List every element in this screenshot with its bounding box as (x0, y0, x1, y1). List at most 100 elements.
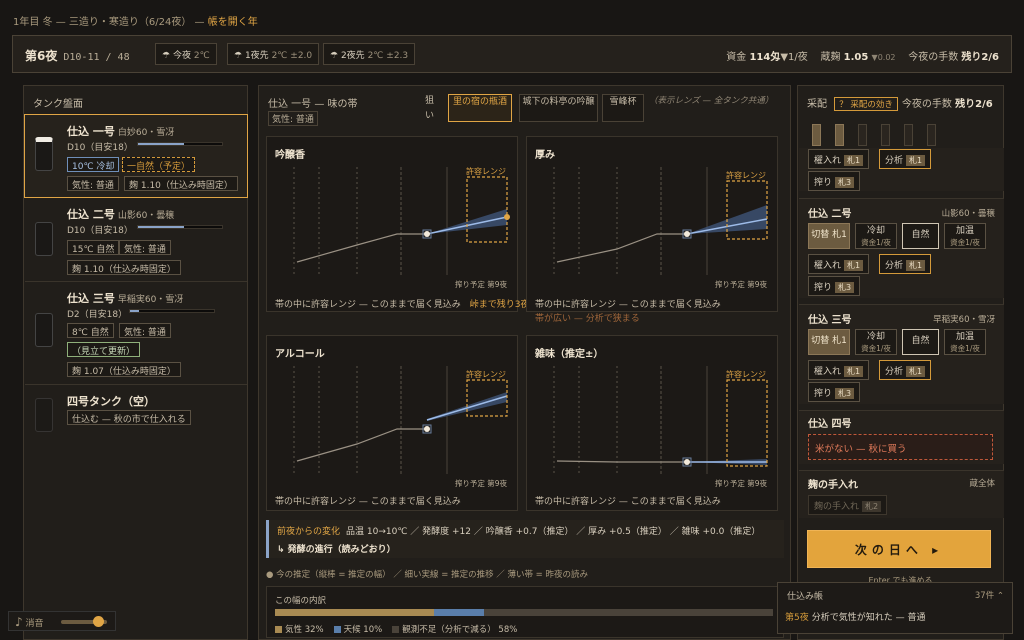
heat-button[interactable]: 加温 資金1/夜 (944, 223, 986, 249)
press-button[interactable]: 搾り 札3 (808, 171, 861, 191)
switch-temp-button[interactable]: 切替 札1 (808, 223, 850, 249)
chart-alcohol: アルコール 許容レンジ 搾り予定 第9夜 帯の中に許容レンジ — このままで届く見… (266, 335, 518, 511)
lens-snow-peak-cup[interactable]: 雪峰杯 (602, 94, 644, 122)
koji-tag: 麹 1.10（仕込み時固定） (67, 260, 181, 275)
press-schedule-label: 搾り予定 第9夜 (455, 478, 508, 488)
breakdown-segment (275, 609, 435, 616)
tank-board-title: タンク盤面 (33, 99, 83, 110)
chart-note-2: 帯が広い — 分析で狭まる (535, 314, 640, 324)
temper-tag: 気性: 普通 (67, 176, 119, 191)
tolerance-label: 許容レンジ (466, 166, 506, 176)
resource-summary: 資金 114匁▼1/夜 蔵麹 1.05 ▼0.02 今夜の手数 残り2/6 (726, 52, 999, 63)
press-schedule-label: 搾り予定 第9夜 (455, 279, 508, 289)
tank-name: 仕込 二号 山影60・曇穣 (67, 208, 175, 221)
lens-village-inn[interactable]: 里の宿の瓶酒 (448, 94, 512, 122)
planned-temp-tag: 一自然（予定） (122, 157, 196, 172)
weather-two-nights[interactable]: ☂ 2夜先 2℃ ±2.3 (323, 43, 416, 65)
chart-body: 厚み 許容レンジ 搾り予定 第9夜 帯の中に許容レンジ — このままで届く見込み … (526, 136, 778, 324)
move-token (835, 124, 844, 146)
koji-care-button[interactable]: 麹の手入れ 札2 (808, 495, 888, 515)
brewing-journal[interactable]: 仕込み帳 37件 ⌃ 第5夜 分析で気性が知れた — 普通 (777, 582, 1013, 634)
lens-bar: 仕込 一号 — 味の帯 気性: 普通 狙い 里の宿の瓶酒 城下の料亭の吟醸 雪峰… (267, 94, 782, 126)
year-theme: 帳を開く年 (207, 17, 258, 28)
breakdown-title: この幅の内訳 (275, 596, 327, 606)
command-panel: 采配 ？ 采配の効き 今夜の手数 残り2/6 櫂入れ 札1 分析 札1 搾り 札3 仕込… (797, 85, 1004, 640)
volume-knob[interactable] (93, 616, 104, 627)
tolerance-label: 許容レンジ (466, 369, 506, 379)
tank-day: D2（目安18） (67, 310, 128, 320)
analyze-button[interactable]: 分析 札1 (879, 149, 932, 169)
temp-tag: 8℃ 自然 (67, 323, 114, 338)
mute-label[interactable]: 消音 (26, 619, 44, 629)
current-estimate-dot (684, 459, 690, 465)
section-rice: 早稲実60・雪冴 (933, 315, 995, 325)
weather-tonight[interactable]: ☂ 今夜 2℃ (155, 43, 217, 65)
weather-next-night[interactable]: ☂ 1夜先 2℃ ±2.0 (227, 43, 320, 65)
no-rice-warning: 米がない — 秋に買う (808, 434, 993, 460)
history-line (556, 460, 687, 463)
chart-legend: ● 今の推定（縦棒 = 推定の幅） ／ 細い実線 = 推定の推移 ／ 薄い帯 =… (266, 570, 589, 580)
temper-tag: 気性: 普通 (268, 111, 318, 126)
command-help-button[interactable]: ？ 采配の効き (834, 97, 898, 111)
umbrella-icon: ☂ (162, 51, 171, 61)
tank-jar-icon (35, 398, 53, 432)
tank-card-2[interactable]: 仕込 二号 山影60・曇穣 D10（目安18） 15℃ 自然 気性: 普通 麹 1… (25, 200, 247, 282)
breakdown-bar (275, 609, 773, 616)
temp-tag: 10℃ 冷却 (67, 157, 120, 172)
tank-card-3[interactable]: 仕込 三号 早稲実60・雪冴 D2（目安18） 8℃ 自然 気性: 普通 （見立て… (25, 283, 247, 385)
move-token (881, 124, 890, 146)
switch-temp-button[interactable]: 切替 札1 (808, 329, 850, 355)
move-token (858, 124, 867, 146)
tolerance-label: 許容レンジ (726, 170, 766, 180)
tank-name: 仕込 三号 早稲実60・雪冴 (67, 292, 184, 305)
aim-label: 狙い (425, 96, 435, 121)
season-breadcrumb: 1年目 冬 — 三造り・寒造り（6/24夜） — 帳を開く年 (13, 17, 258, 28)
press-button[interactable]: 搾り 札3 (808, 382, 861, 402)
tank-card-1[interactable]: 仕込 一号 白妙60・雪冴 D10（目安18） 10℃ 冷却 一自然（予定） 気性… (24, 114, 248, 198)
tank-card-4[interactable]: 四号タンク（空） 仕込む — 秋の市で仕入れる (25, 386, 247, 436)
stir-button[interactable]: 櫂入れ 札1 (808, 254, 870, 274)
cool-button[interactable]: 冷却 資金1/夜 (855, 223, 897, 249)
stir-button[interactable]: 櫂入れ 札1 (808, 149, 870, 169)
move-token (904, 124, 913, 146)
lens-castle-ryotei[interactable]: 城下の料亭の吟醸 (519, 94, 598, 122)
cool-button[interactable]: 冷却 資金1/夜 (855, 329, 897, 355)
overnight-changes: 前夜からの変化 品温 10→10℃ ／ 発酵度 +12 ／ 吟醸香 +0.7（推定… (266, 520, 784, 558)
peak-marker (504, 214, 510, 220)
analyze-button[interactable]: 分析 札1 (879, 254, 932, 274)
section-title: 仕込 二号 (808, 209, 852, 220)
temper-tag: 気性: 普通 (119, 240, 171, 255)
press-schedule-label: 搾り予定 第9夜 (715, 279, 768, 289)
next-day-button[interactable]: 次の日へ ▸ (807, 530, 991, 568)
move-token (812, 124, 821, 146)
tank-jar-icon (35, 137, 53, 171)
natural-button[interactable]: 自然 (902, 223, 939, 249)
speaker-icon: ♪ (15, 615, 23, 629)
current-estimate-dot (424, 231, 430, 237)
chart-note: 帯の中に許容レンジ — このままで届く見込み (535, 497, 721, 507)
section-title: 仕込 三号 (808, 315, 852, 326)
journal-title: 仕込み帳 (787, 592, 824, 602)
uncertainty-breakdown: この幅の内訳 気性 32% 天候 10% 観測不足（分析で減る） 58% (266, 586, 784, 638)
lens-note: （表示レンズ — 全タンク共通） (649, 96, 774, 106)
koji-tag: 麹 1.10（仕込み時固定） (124, 176, 238, 191)
update-estimate-button[interactable]: （見立て更新） (67, 342, 141, 357)
tank1-actions: 櫂入れ 札1 分析 札1 搾り 札3 (799, 148, 1004, 191)
tank2-actions: 仕込 二号 山影60・曇穣 切替 札1 冷却 資金1/夜 自然 加温 資金1/夜 櫂… (799, 198, 1004, 298)
chevron-up-icon: ⌃ (996, 591, 1004, 601)
flavor-band-panel: 仕込 一号 — 味の帯 気性: 普通 狙い 里の宿の瓶酒 城下の料亭の吟醸 雪峰… (258, 85, 791, 640)
press-button[interactable]: 搾り 札3 (808, 276, 861, 296)
chart-ginjo-aroma: 吟醸香 許容レンジ 搾り予定 第9夜 帯の中に許容レンジ — このままで届く見込み… (266, 136, 529, 312)
heat-button[interactable]: 加温 資金1/夜 (944, 329, 986, 355)
tank-board: タンク盤面 仕込 一号 白妙60・雪冴 D10（目安18） 10℃ 冷却 一自然（… (23, 85, 248, 640)
journal-entry: 第5夜 分析で気性が知れた — 普通 (785, 613, 926, 623)
section-title: 麹の手入れ (808, 480, 858, 491)
night-indicator: 第6夜 D10-11 / 48 (25, 49, 130, 63)
analyze-button[interactable]: 分析 札1 (879, 360, 932, 380)
tank-day: D10（目安18） (67, 143, 133, 153)
sound-control: ♪ 消音 (8, 611, 116, 631)
temp-tag: 15℃ 自然 (67, 240, 120, 255)
stir-button[interactable]: 櫂入れ 札1 (808, 360, 870, 380)
breakdown-segment (484, 609, 773, 616)
natural-button[interactable]: 自然 (902, 329, 939, 355)
